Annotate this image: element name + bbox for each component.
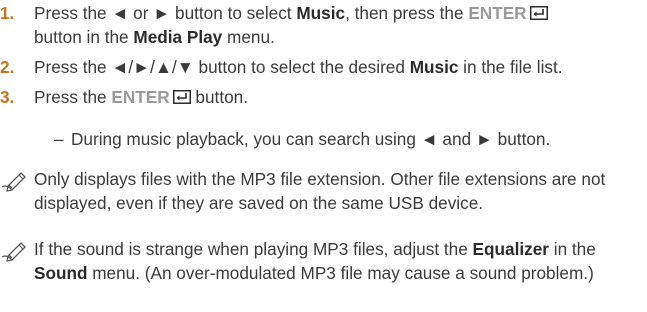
note-1: Only displays files with the MP3 file ex… <box>0 168 645 215</box>
step-number: 3. <box>0 87 15 107</box>
step-number: 1. <box>0 3 15 23</box>
music-label: Music <box>409 57 459 77</box>
note-pencil-icon <box>0 240 28 262</box>
note-text: If the sound is strange when playing MP3… <box>34 239 596 283</box>
equalizer-label: Equalizer <box>472 239 549 259</box>
enter-return-icon <box>172 90 191 104</box>
step-text: Press the ◄/►/▲/▼ button to select the d… <box>34 57 563 77</box>
media-play-label: Media Play <box>133 26 223 47</box>
step-2: 2. Press the ◄/►/▲/▼ button to select th… <box>0 56 640 80</box>
enter-label: ENTER <box>468 3 527 23</box>
step-1: 1. Press the ◄ or ► button to select Mus… <box>0 2 640 49</box>
music-label: Music <box>296 3 346 23</box>
sub-note-text: During music playback, you can search us… <box>71 129 551 149</box>
note-text: Only displays files with the MP3 file ex… <box>34 169 606 213</box>
step-number: 2. <box>0 57 15 77</box>
dash-bullet: – <box>54 129 64 149</box>
sub-note: – During music playback, you can search … <box>54 128 644 152</box>
manual-page: 1. Press the ◄ or ► button to select Mus… <box>0 0 647 312</box>
note-2: If the sound is strange when playing MP3… <box>0 238 645 285</box>
sound-label: Sound <box>34 262 88 283</box>
note-pencil-icon <box>0 170 28 192</box>
step-text: Press the ENTER button. <box>34 87 248 107</box>
enter-return-icon <box>529 6 548 20</box>
enter-label: ENTER <box>111 87 170 107</box>
step-3: 3. Press the ENTER button. <box>0 86 640 110</box>
step-text: Press the ◄ or ► button to select Music,… <box>34 2 640 49</box>
